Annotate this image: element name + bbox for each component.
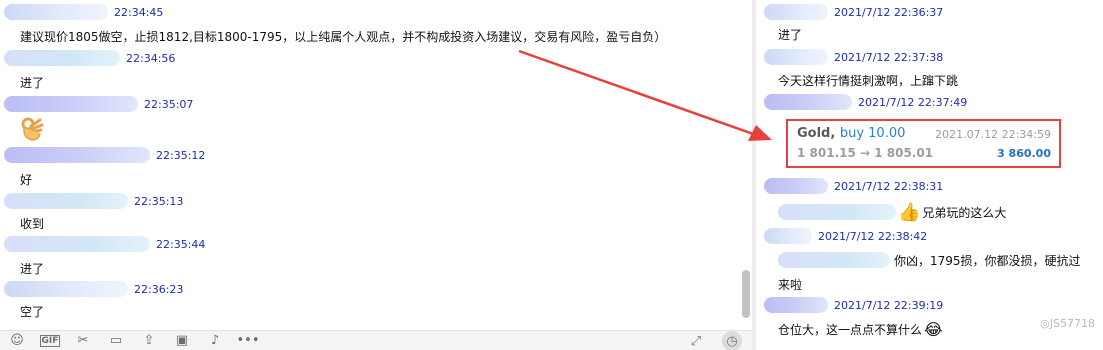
more-icon: ••• [236, 333, 260, 348]
blurred-username [4, 50, 120, 66]
message-header: 22:35:13 [4, 193, 183, 209]
blurred-username [4, 4, 108, 20]
blurred-username [4, 96, 138, 112]
expand-icon: ⤢ [690, 333, 702, 349]
blurred-mention [778, 252, 890, 268]
message-time: 22:35:13 [134, 194, 184, 208]
watermark: ◎JS57718 [1040, 317, 1095, 330]
image-button[interactable]: ▣ [171, 332, 193, 350]
ok-hand-icon [21, 117, 44, 141]
message-time: 22:35:12 [156, 148, 206, 162]
message-header: 2021/7/12 22:39:19 [764, 297, 943, 313]
message-header: 22:34:56 [4, 50, 175, 66]
message-time: 22:34:56 [126, 51, 176, 65]
message-header: 22:35:44 [4, 236, 205, 252]
message-header: 2021/7/12 22:38:31 [764, 178, 943, 194]
message-text: 进了 [778, 28, 803, 42]
notify-button[interactable]: ♪ [204, 332, 226, 350]
right-chat-pane: 2021/7/12 22:36:37 进了 2021/7/12 22:37:38… [756, 0, 1103, 350]
message-text: 收到 [20, 217, 45, 231]
message-text: 进了 [20, 262, 45, 276]
message-header: 2021/7/12 22:36:37 [764, 4, 943, 20]
message-time: 2021/7/12 22:39:19 [834, 298, 944, 312]
message-body-row: 仓位大，这一点点不算什么 😂 [778, 319, 943, 339]
share-icon: ⇪ [143, 333, 155, 348]
message-time: 22:36:23 [134, 282, 184, 296]
message-text: 兄弟玩的这么大 [922, 205, 1007, 220]
blurred-username [764, 49, 828, 65]
message-text: 来啦 [778, 278, 803, 292]
blurred-username [764, 178, 828, 194]
message-text: 进了 [20, 76, 45, 90]
clock-icon: ◷ [726, 333, 738, 349]
message-text: 你凶，1795损，你都没损，硬抗过 [894, 253, 1081, 268]
blurred-username [4, 236, 150, 252]
share-button[interactable]: ⇪ [138, 332, 160, 350]
more-button[interactable]: ••• [236, 332, 260, 350]
trade-symbol-line: Gold, buy 10.00 [797, 126, 905, 141]
message-time: 22:35:07 [144, 97, 194, 111]
message-text: 空了 [20, 305, 45, 319]
message-time: 2021/7/12 22:36:37 [834, 5, 944, 19]
scrollbar-thumb[interactable] [742, 270, 750, 318]
folder-icon: ▭ [109, 333, 123, 348]
trade-profit: 3 860.00 [997, 147, 1051, 160]
message-body-row: 👍 兄弟玩的这么大 [778, 201, 1007, 223]
message-time: 22:35:44 [156, 237, 206, 251]
message-text: 好 [20, 173, 33, 187]
left-chat-pane: 22:34:45 建议现价1805做空，止损1812,目标1800-1795，以… [0, 0, 752, 350]
message-time: 2021/7/12 22:37:38 [834, 50, 944, 64]
message-header: 22:34:45 [4, 4, 163, 20]
message-body-row: 你凶，1795损，你都没损，硬抗过 [778, 252, 1081, 268]
message-text: 仓位大，这一点点不算什么 [778, 322, 923, 337]
blurred-username [764, 94, 852, 110]
message-time: 22:34:45 [114, 5, 164, 19]
image-icon: ▣ [175, 333, 189, 348]
input-toolbar: ☺ GIF ✂ ▭ ⇪ ▣ ♪ ••• ⤢ ◷ [0, 330, 752, 350]
scissors-icon: ✂ [77, 333, 89, 348]
message-time: 2021/7/12 22:38:42 [818, 229, 928, 243]
laughing-face-icon: 😂 [924, 319, 943, 339]
message-header: 22:36:23 [4, 281, 183, 297]
message-time: 2021/7/12 22:38:31 [834, 179, 944, 193]
gif-button[interactable]: GIF [39, 332, 61, 350]
message-text: 今天这样行情挺刺激啊，上蹿下跳 [778, 74, 959, 88]
message-header: 22:35:12 [4, 147, 205, 163]
trade-datetime: 2021.07.12 22:34:59 [935, 128, 1051, 141]
folder-button[interactable]: ▭ [105, 332, 127, 350]
blurred-username [764, 228, 812, 244]
message-header: 2021/7/12 22:37:49 [764, 94, 967, 110]
thumbs-up-icon: 👍 [898, 201, 921, 223]
gif-icon: GIF [39, 334, 61, 347]
message-header: 22:35:07 [4, 96, 193, 112]
blurred-username [4, 147, 150, 163]
trade-card: Gold, buy 10.00 2021.07.12 22:34:59 1 80… [786, 119, 1061, 168]
message-header: 2021/7/12 22:37:38 [764, 49, 943, 65]
bell-icon: ♪ [210, 333, 220, 348]
blurred-username [764, 297, 828, 313]
blurred-username [4, 281, 128, 297]
trade-symbol: Gold, [797, 126, 836, 141]
message-header: 2021/7/12 22:38:42 [764, 228, 927, 244]
trade-prices: 1 801.15 → 1 805.01 [797, 146, 934, 160]
emoji-button[interactable]: ☺ [6, 332, 28, 350]
trade-action: buy 10.00 [839, 126, 906, 141]
history-button[interactable]: ◷ [722, 331, 742, 350]
blurred-mention [778, 204, 896, 220]
expand-button[interactable]: ⤢ [686, 331, 706, 350]
blurred-username [764, 4, 828, 20]
blurred-username [4, 193, 128, 209]
message-time: 2021/7/12 22:37:49 [858, 95, 968, 109]
smiley-icon: ☺ [10, 333, 24, 348]
message-text: 建议现价1805做空，止损1812,目标1800-1795，以上纯属个人观点，并… [20, 30, 667, 44]
screenshot-button[interactable]: ✂ [72, 332, 94, 350]
